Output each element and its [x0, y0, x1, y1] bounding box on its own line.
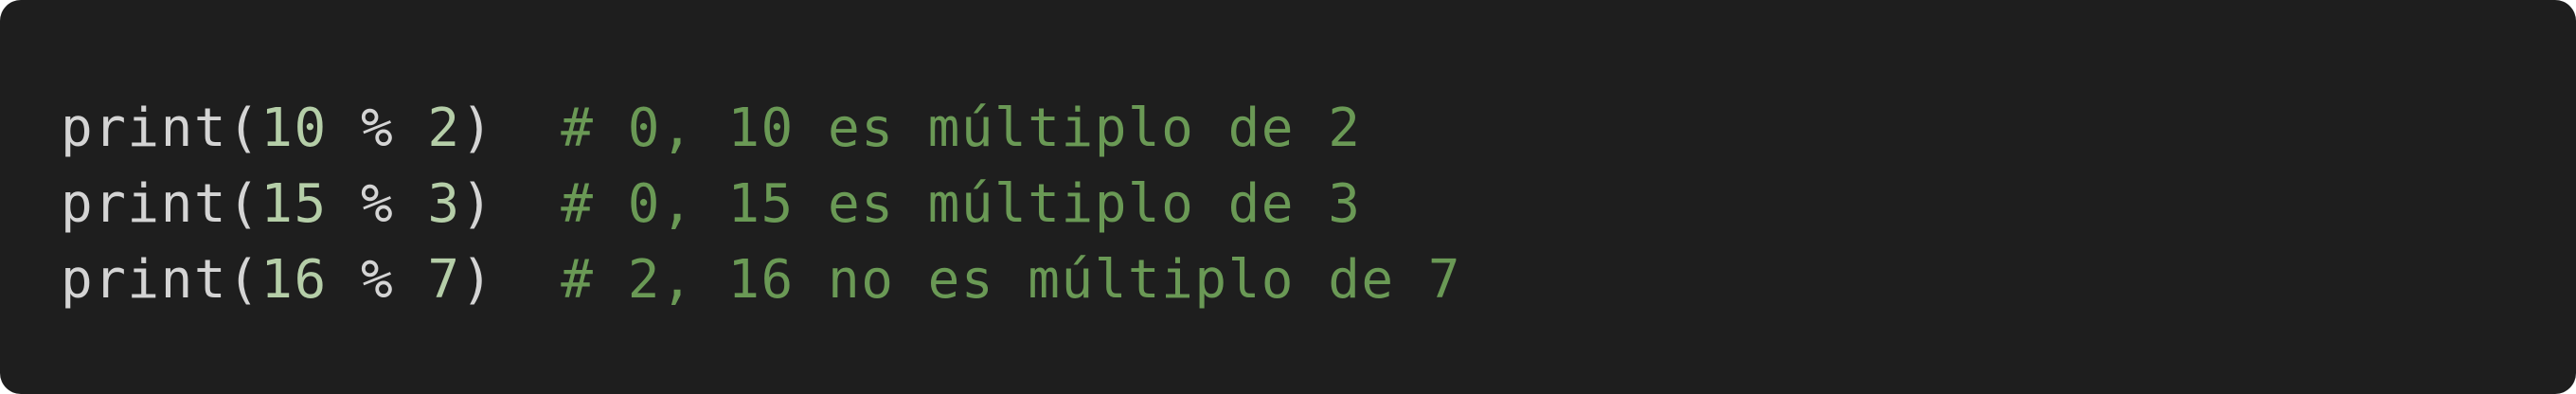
code-block: print(10 % 2) # 0, 10 es múltiplo de 2 p… [0, 0, 2576, 394]
code-comment: # 0, 10 es múltiplo de 2 [561, 98, 1362, 159]
close-paren: ) [460, 249, 494, 311]
function-name: print [61, 98, 228, 159]
number-literal: 10 [260, 98, 328, 159]
modulo-operator: % [327, 98, 428, 159]
close-paren: ) [460, 98, 494, 159]
number-literal: 16 [260, 249, 328, 311]
number-literal: 2 [427, 98, 461, 159]
function-name: print [61, 249, 228, 311]
open-paren: ( [227, 173, 261, 235]
code-line-1: print(10 % 2) # 0, 10 es múltiplo de 2 [61, 91, 2576, 167]
code-comment: # 2, 16 no es múltiplo de 7 [561, 249, 1462, 311]
code-comment: # 0, 15 es múltiplo de 3 [561, 173, 1362, 235]
spacing [494, 173, 561, 235]
number-literal: 3 [427, 173, 461, 235]
modulo-operator: % [327, 173, 428, 235]
open-paren: ( [227, 249, 261, 311]
number-literal: 15 [260, 173, 328, 235]
modulo-operator: % [327, 249, 428, 311]
spacing [494, 249, 561, 311]
number-literal: 7 [427, 249, 461, 311]
code-line-3: print(16 % 7) # 2, 16 no es múltiplo de … [61, 242, 2576, 318]
close-paren: ) [460, 173, 494, 235]
function-name: print [61, 173, 228, 235]
code-line-2: print(15 % 3) # 0, 15 es múltiplo de 3 [61, 167, 2576, 242]
open-paren: ( [227, 98, 261, 159]
spacing [494, 98, 561, 159]
